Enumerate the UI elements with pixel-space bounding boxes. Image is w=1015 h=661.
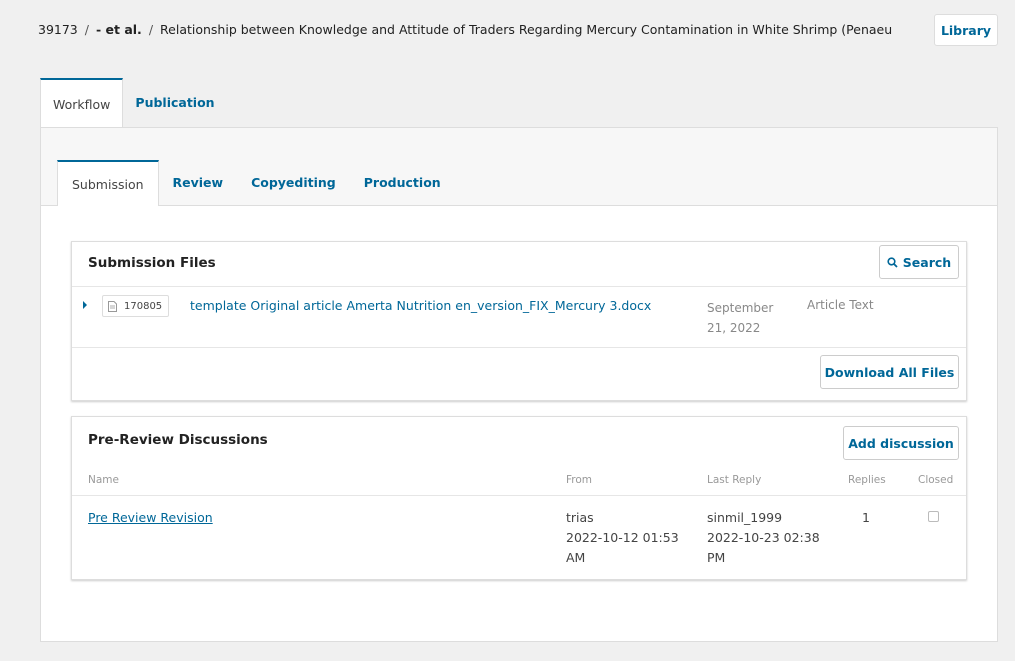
discussion-name-cell: Pre Review Revision [88, 508, 213, 528]
search-button-label: Search [902, 254, 952, 270]
discussion-replies-cell: 1 [862, 510, 870, 525]
file-type: Article Text [807, 298, 874, 312]
file-id: 170805 [124, 300, 163, 312]
stage-tabs: Submission Review Copyediting Production [57, 160, 455, 206]
column-header-last-reply: Last Reply [707, 474, 762, 486]
tab-review[interactable]: Review [159, 160, 238, 204]
submission-files-card: Submission Files Search 170805 template … [71, 241, 967, 401]
tab-workflow[interactable]: Workflow [40, 78, 124, 128]
add-discussion-button[interactable]: Add discussion [843, 426, 959, 460]
submission-author: - et al. [95, 22, 142, 37]
tab-production[interactable]: Production [350, 160, 455, 204]
file-date: September 21, 2022 [707, 301, 774, 335]
caret-right-icon[interactable] [83, 301, 87, 309]
library-button[interactable]: Library [934, 14, 998, 46]
breadcrumb-separator: / [84, 22, 89, 37]
tab-copyediting[interactable]: Copyediting [237, 160, 350, 204]
search-icon [887, 256, 898, 268]
tab-publication-label: Publication [135, 94, 215, 110]
column-header-closed: Closed [918, 474, 954, 486]
column-header-name: Name [88, 474, 119, 486]
stage-tabs-bar: Submission Review Copyediting Production [41, 128, 997, 206]
submission-id: 39173 [38, 22, 78, 37]
column-header-from: From [566, 474, 593, 486]
tab-publication[interactable]: Publication [123, 78, 226, 126]
reply-date: 2022-10-23 02:38 PM [707, 530, 820, 565]
tab-production-label: Production [363, 174, 441, 190]
tab-submission[interactable]: Submission [57, 160, 159, 206]
download-all-files-button[interactable]: Download All Files [820, 355, 959, 389]
workflow-panel: Submission Review Copyediting Production… [40, 127, 998, 642]
tab-submission-label: Submission [72, 176, 144, 192]
submission-title: Relationship between Knowledge and Attit… [160, 22, 893, 37]
from-user: trias [566, 510, 594, 525]
breadcrumb-separator: / [148, 22, 154, 37]
table-row: Pre Review Revision trias 2022-10-12 01:… [72, 495, 966, 581]
reply-user: sinmil_1999 [707, 510, 783, 525]
tab-copyediting-label: Copyediting [251, 174, 336, 190]
file-id-badge: 170805 [102, 295, 170, 317]
closed-checkbox[interactable] [928, 511, 939, 522]
file-icon [108, 300, 117, 312]
discussions-title: Pre-Review Discussions [88, 432, 268, 448]
breadcrumb: 39173 / - et al. / Relationship between Know… [38, 22, 918, 37]
from-date: 2022-10-12 01:53 AM [566, 530, 679, 565]
submission-files-title: Submission Files [88, 255, 216, 271]
page-header: 39173 / - et al. / Relationship between Know… [0, 0, 1015, 60]
tab-review-label: Review [172, 174, 224, 190]
tab-workflow-label: Workflow [53, 96, 111, 112]
discussion-link[interactable]: Pre Review Revision [88, 510, 213, 525]
discussions-card: Pre-Review Discussions Add discussion Na… [71, 416, 967, 580]
column-header-replies: Replies [848, 474, 886, 486]
discussion-last-reply-cell: sinmil_1999 2022-10-23 02:38 PM [707, 508, 827, 568]
discussion-from-cell: trias 2022-10-12 01:53 AM [566, 508, 686, 568]
file-row: 170805 template Original article Amerta … [72, 286, 966, 348]
main-tabs: Workflow Publication [40, 78, 227, 128]
search-button[interactable]: Search [879, 245, 959, 279]
file-name-link[interactable]: template Original article Amerta Nutriti… [190, 298, 651, 313]
